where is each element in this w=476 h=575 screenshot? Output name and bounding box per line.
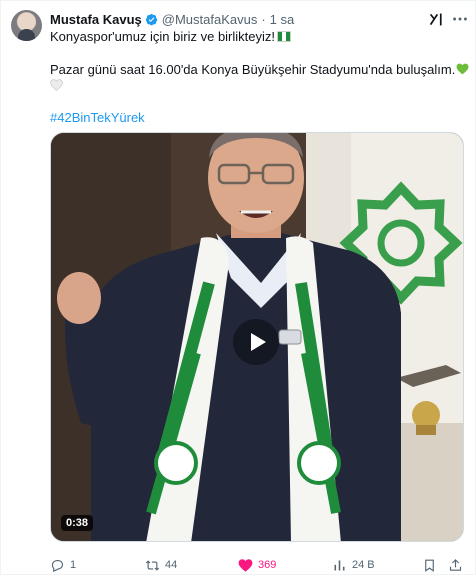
tweet-text-line-2: Pazar günü saat 16.00'da Konya Büyükşehi… [50,61,469,78]
tweet-header: Mustafa Kavuş @MustafaKavus · 1 sa [50,10,294,28]
share-icon [449,558,462,571]
share-button[interactable] [448,556,463,574]
bookmark-button[interactable] [422,556,437,574]
like-button[interactable]: 369 [238,556,276,574]
video-player[interactable]: 0:38 [50,132,464,542]
bookmark-icon [425,559,434,572]
tweet-text-line-1: Konyaspor'umuz için biriz ve birlikteyiz… [50,28,292,45]
action-bar: 1 44 369 24 B [50,556,464,574]
more-icon[interactable] [451,10,469,28]
tweet-text: Pazar günü saat 16.00'da Konya Büyükşehi… [50,62,456,77]
reply-button[interactable]: 1 [50,556,76,574]
video-duration: 0:38 [61,515,94,531]
author-handle[interactable]: @MustafaKavus [162,12,258,27]
hashtag-link[interactable]: #42BinTekYürek [50,109,145,126]
retweet-button[interactable]: 44 [145,556,177,574]
play-icon[interactable] [233,319,279,365]
tweet-card[interactable]: Mustafa Kavuş @MustafaKavus · 1 sa Konya… [0,0,476,575]
retweet-icon [145,559,160,571]
white-heart-icon [50,79,63,91]
tweet-text: Konyaspor'umuz için biriz ve birlikteyiz… [50,29,276,44]
avatar[interactable] [11,10,42,41]
views-button[interactable]: 24 B [332,556,375,574]
retweet-count: 44 [165,559,178,571]
reply-icon [51,559,64,572]
author-name[interactable]: Mustafa Kavuş [50,12,142,27]
separator-dot: · [261,11,266,27]
flag-icon [277,31,292,42]
green-heart-icon [456,63,469,75]
tweet-text-line-3 [50,77,63,94]
like-icon [238,558,253,572]
grok-icon[interactable] [428,11,445,28]
views-count: 24 B [352,559,375,571]
views-icon [334,560,345,570]
like-count: 369 [258,559,277,571]
reply-count: 1 [70,559,77,571]
verified-badge-icon [145,13,157,25]
post-time[interactable]: 1 sa [270,12,295,27]
